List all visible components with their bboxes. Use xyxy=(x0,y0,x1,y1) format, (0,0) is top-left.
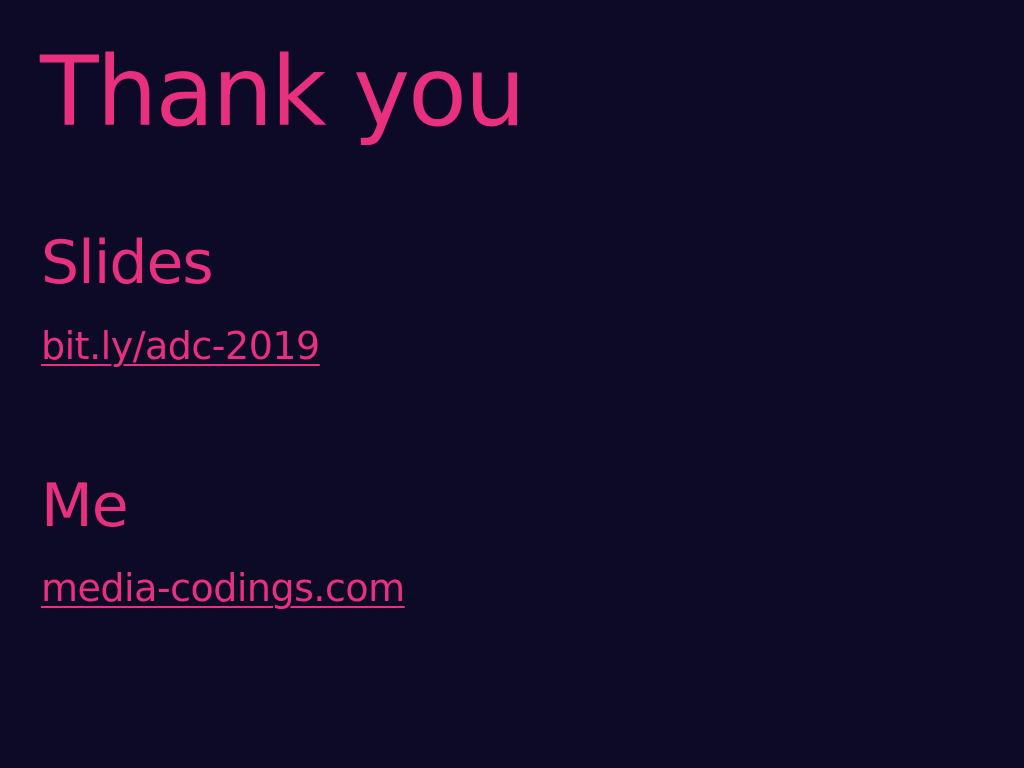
slides-link[interactable]: bit.ly/adc-2019 xyxy=(41,325,320,368)
slides-heading: Slides xyxy=(41,228,214,298)
website-link[interactable]: media-codings.com xyxy=(41,567,405,610)
me-heading: Me xyxy=(41,471,129,541)
slide-title: Thank you xyxy=(40,36,526,148)
slide: Thank you Slides bit.ly/adc-2019 Me medi… xyxy=(0,0,1024,768)
